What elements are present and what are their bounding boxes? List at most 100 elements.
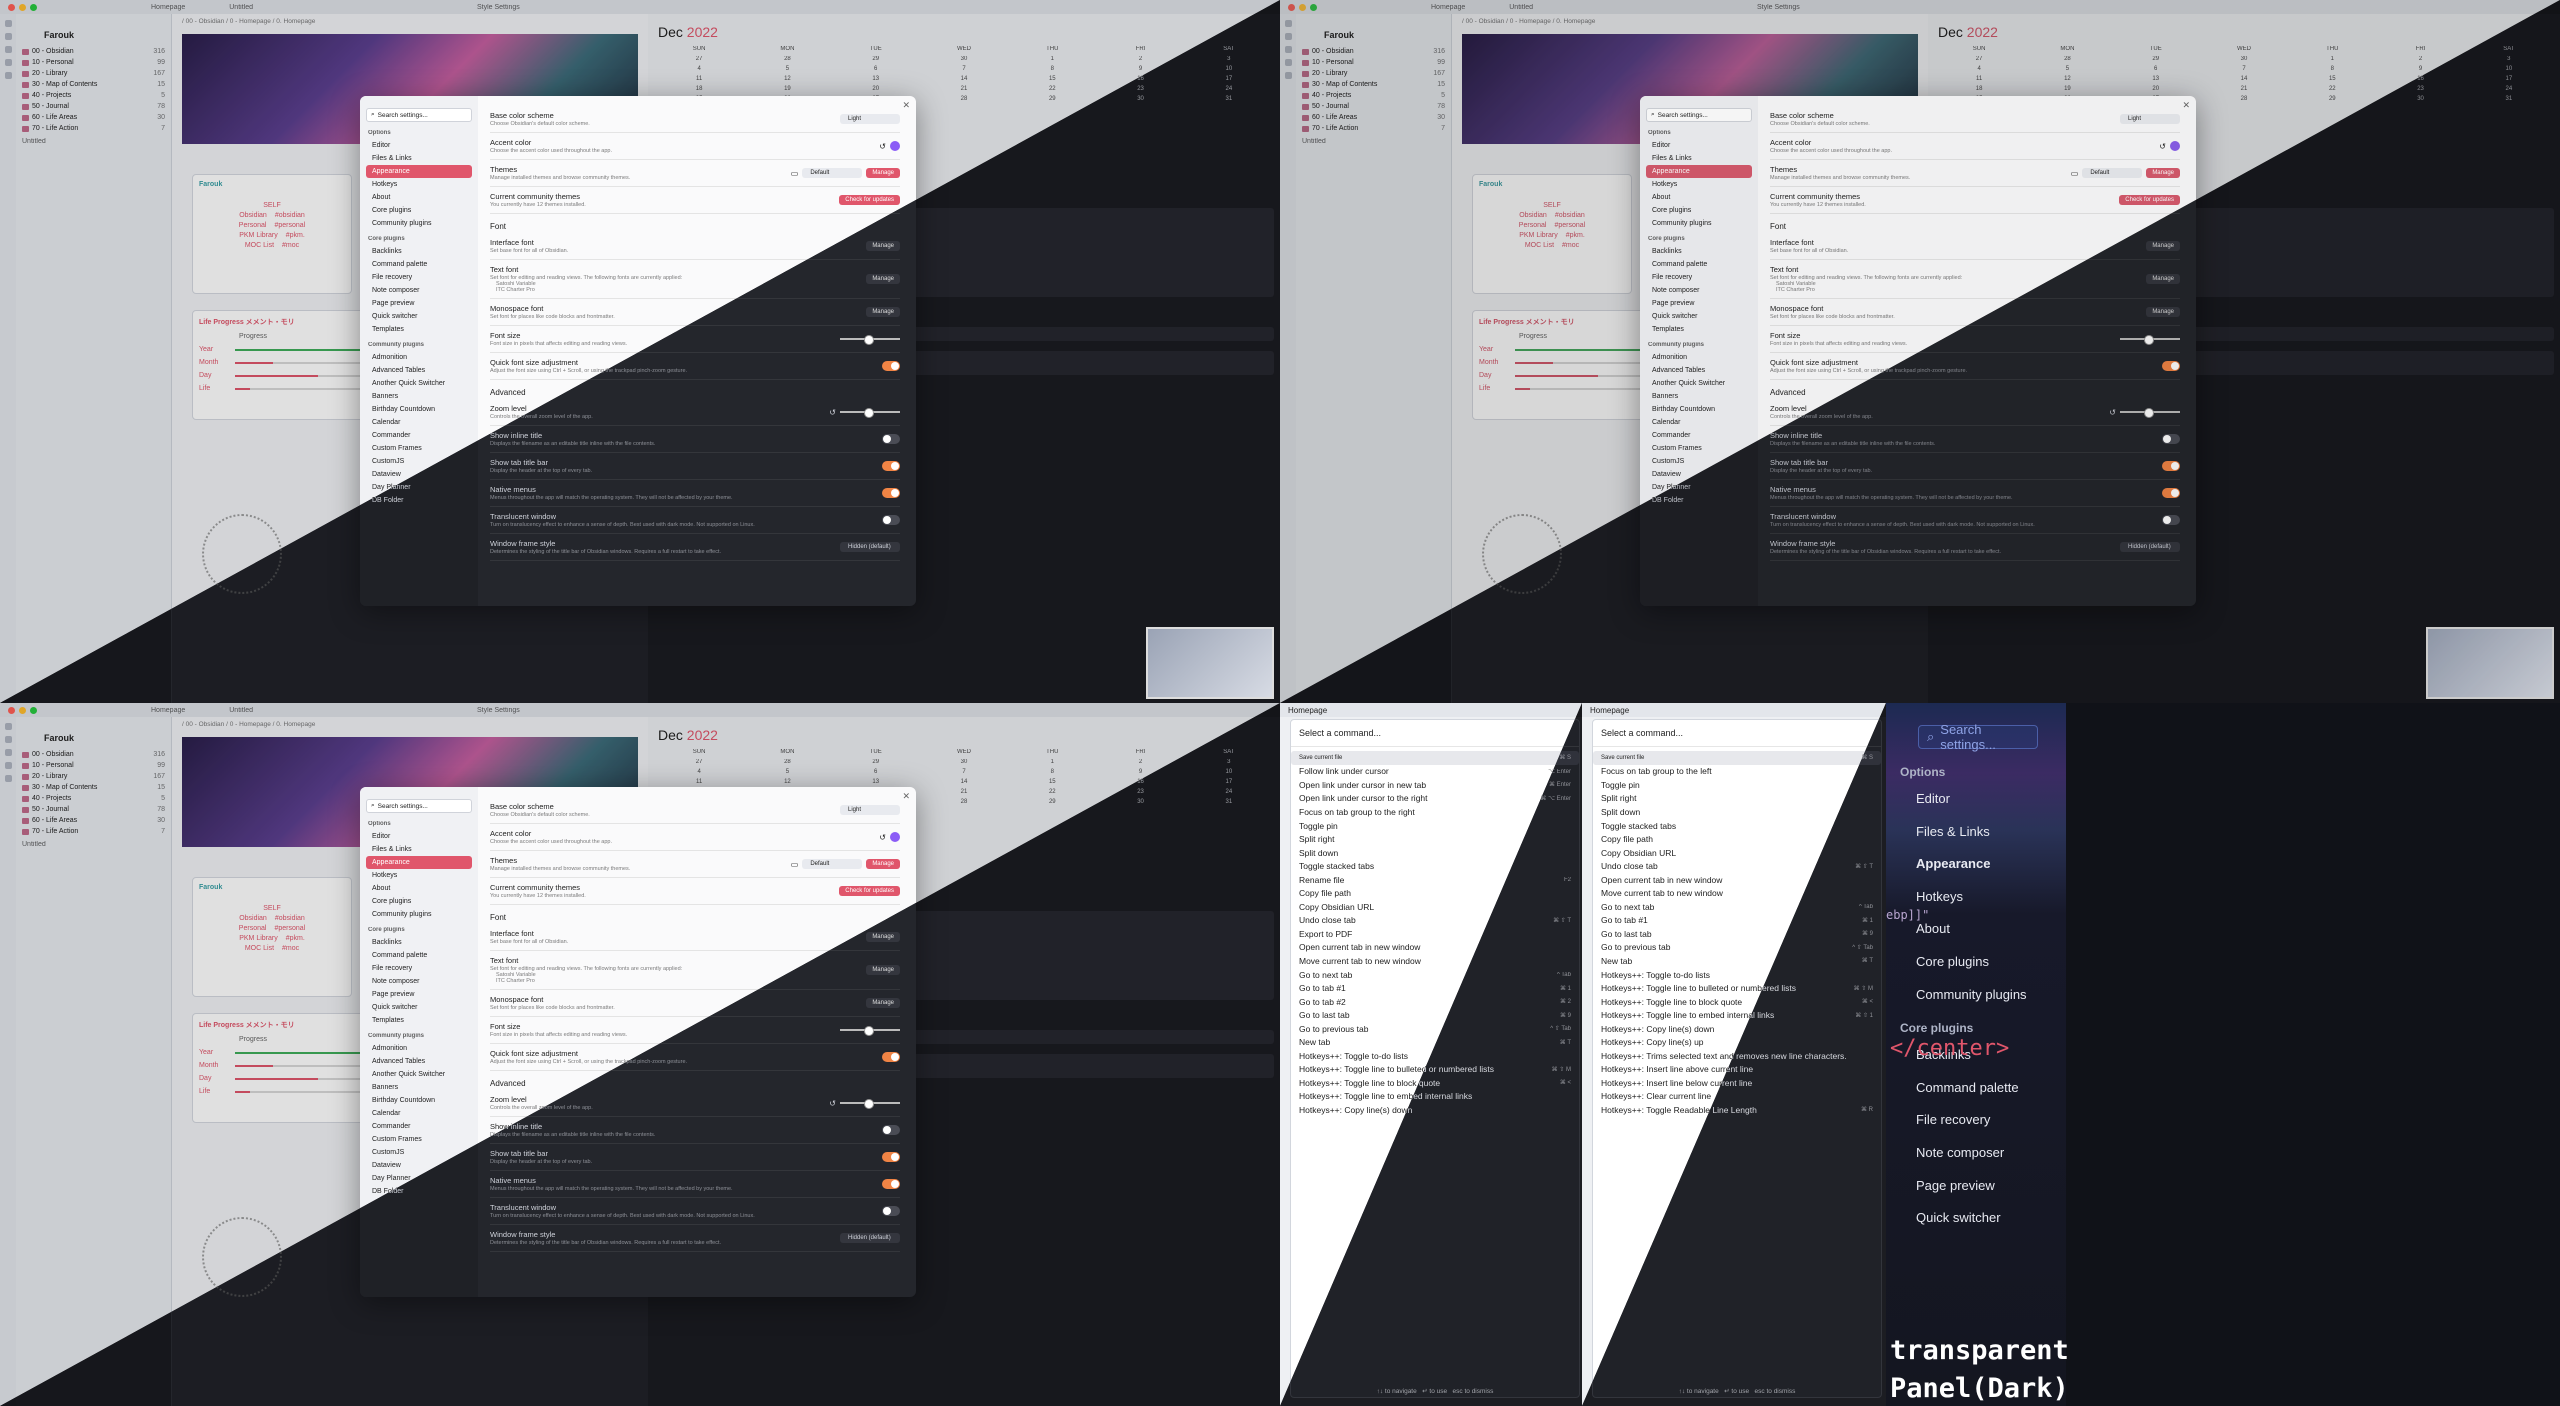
zoomed-settings-item[interactable]: Quick switcher [1916, 1202, 2027, 1235]
inline-title-toggle[interactable] [882, 434, 900, 444]
base-scheme-select[interactable]: Light [840, 805, 900, 815]
folder-icon[interactable]: ▭ [791, 169, 799, 178]
manage-mono-font-button[interactable]: Manage [866, 998, 900, 1008]
settings-nav-item[interactable]: Appearance [366, 165, 472, 178]
settings-nav-item[interactable]: Community plugins [366, 217, 472, 230]
settings-nav-item[interactable]: Banners [366, 1081, 472, 1094]
settings-nav-item[interactable]: Commander [1646, 429, 1752, 442]
close-icon[interactable]: ✕ [902, 791, 910, 802]
close-icon[interactable]: ✕ [2182, 100, 2190, 111]
folder-icon[interactable]: ▭ [2071, 169, 2079, 178]
reset-icon[interactable]: ↺ [2159, 142, 2166, 151]
native-menus-toggle[interactable] [2162, 488, 2180, 498]
settings-nav-item[interactable]: Page preview [366, 297, 472, 310]
settings-nav-item[interactable]: File recovery [1646, 271, 1752, 284]
manage-interface-font-button[interactable]: Manage [2146, 241, 2180, 251]
settings-nav-item[interactable]: Birthday Countdown [366, 403, 472, 416]
settings-nav-item[interactable]: Backlinks [366, 245, 472, 258]
zoomed-settings-item[interactable]: Appearance [1916, 848, 2027, 881]
settings-nav-item[interactable]: Calendar [366, 1107, 472, 1120]
check-updates-button[interactable]: Check for updates [2119, 195, 2180, 205]
manage-themes-button[interactable]: Manage [866, 859, 900, 869]
settings-nav-item[interactable]: About [366, 191, 472, 204]
settings-nav-item[interactable]: Note composer [366, 975, 472, 988]
folder-icon[interactable]: ▭ [791, 860, 799, 869]
settings-nav-item[interactable]: Banners [366, 390, 472, 403]
settings-nav-item[interactable]: Command palette [366, 258, 472, 271]
settings-nav-item[interactable]: About [366, 882, 472, 895]
settings-nav-item[interactable]: Command palette [1646, 258, 1752, 271]
close-icon[interactable]: ✕ [902, 100, 910, 111]
zoom-slider[interactable] [840, 408, 900, 418]
settings-search[interactable]: ⌕Search settings... [366, 108, 472, 122]
frame-style-select[interactable]: Hidden (default) [840, 1233, 900, 1243]
settings-nav-item[interactable]: Quick switcher [366, 310, 472, 323]
settings-nav-item[interactable]: Another Quick Switcher [1646, 377, 1752, 390]
settings-nav-item[interactable]: Admonition [366, 351, 472, 364]
zoomed-settings-item[interactable]: Hotkeys [1916, 881, 2027, 914]
zoomed-settings-item[interactable]: Note composer [1916, 1137, 2027, 1170]
settings-nav-item[interactable]: Hotkeys [366, 178, 472, 191]
settings-nav-item[interactable]: Quick switcher [366, 1001, 472, 1014]
settings-nav-item[interactable]: Birthday Countdown [1646, 403, 1752, 416]
manage-interface-font-button[interactable]: Manage [866, 241, 900, 251]
manage-text-font-button[interactable]: Manage [866, 274, 900, 284]
settings-nav-item[interactable]: Admonition [366, 1042, 472, 1055]
zoom-slider[interactable] [840, 1099, 900, 1109]
manage-mono-font-button[interactable]: Manage [2146, 307, 2180, 317]
zoomed-search[interactable]: ⌕ Search settings... [1918, 722, 2038, 752]
base-scheme-select[interactable]: Light [2120, 114, 2180, 124]
zoomed-settings-item[interactable]: Core plugins [1916, 946, 2027, 979]
native-menus-toggle[interactable] [882, 488, 900, 498]
settings-nav-item[interactable]: Templates [1646, 323, 1752, 336]
settings-nav-item[interactable]: Editor [1646, 139, 1752, 152]
zoomed-settings-item[interactable]: Community plugins [1916, 979, 2027, 1012]
command-item[interactable]: Save current file⌘ S [1593, 751, 1881, 765]
settings-nav-item[interactable]: Templates [366, 1014, 472, 1027]
settings-nav-item[interactable]: Advanced Tables [1646, 364, 1752, 377]
themes-select[interactable]: Default [802, 859, 863, 869]
check-updates-button[interactable]: Check for updates [839, 195, 900, 205]
command-item[interactable]: Toggle pin [1593, 778, 1881, 792]
zoomed-settings-item[interactable]: Editor [1916, 783, 2027, 816]
reset-icon[interactable]: ↺ [829, 408, 836, 417]
settings-nav-item[interactable]: Core plugins [366, 204, 472, 217]
settings-nav-item[interactable]: Calendar [1646, 416, 1752, 429]
tab-title-toggle[interactable] [2162, 461, 2180, 471]
reset-icon[interactable]: ↺ [879, 833, 886, 842]
frame-style-select[interactable]: Hidden (default) [2120, 542, 2180, 552]
settings-nav-item[interactable]: Birthday Countdown [366, 1094, 472, 1107]
check-updates-button[interactable]: Check for updates [839, 886, 900, 896]
translucent-toggle[interactable] [882, 515, 900, 525]
font-size-slider[interactable] [2120, 335, 2180, 345]
quick-font-toggle[interactable] [882, 1052, 900, 1062]
translucent-toggle[interactable] [2162, 515, 2180, 525]
settings-nav-item[interactable]: Editor [366, 830, 472, 843]
settings-nav-item[interactable]: Core plugins [1646, 204, 1752, 217]
accent-color-picker[interactable] [890, 832, 900, 842]
quick-font-toggle[interactable] [882, 361, 900, 371]
palette-query[interactable]: Select a command... [1291, 726, 1579, 747]
tab-title-toggle[interactable] [882, 1152, 900, 1162]
settings-nav-item[interactable]: Hotkeys [1646, 178, 1752, 191]
manage-mono-font-button[interactable]: Manage [866, 307, 900, 317]
themes-select[interactable]: Default [2082, 168, 2143, 178]
command-item[interactable]: Split right [1593, 792, 1881, 806]
settings-nav-item[interactable]: Community plugins [366, 908, 472, 921]
settings-nav-item[interactable]: Core plugins [366, 895, 472, 908]
zoomed-settings-item[interactable]: About [1916, 913, 2027, 946]
zoomed-settings-item[interactable]: Files & Links [1916, 816, 2027, 849]
settings-nav-item[interactable]: Page preview [1646, 297, 1752, 310]
manage-text-font-button[interactable]: Manage [866, 965, 900, 975]
command-item[interactable]: Open link under cursor to the right ⌘ ⌥ E… [1291, 792, 1579, 806]
inline-title-toggle[interactable] [2162, 434, 2180, 444]
settings-nav-item[interactable]: Community plugins [1646, 217, 1752, 230]
zoomed-settings-item[interactable]: File recovery [1916, 1104, 2027, 1137]
quick-font-toggle[interactable] [2162, 361, 2180, 371]
settings-nav-item[interactable]: File recovery [366, 271, 472, 284]
settings-search[interactable]: ⌕Search settings... [366, 799, 472, 813]
command-item[interactable]: Focus on tab group to the left [1593, 765, 1881, 779]
settings-nav-item[interactable]: Hotkeys [366, 869, 472, 882]
font-size-slider[interactable] [840, 1026, 900, 1036]
translucent-toggle[interactable] [882, 1206, 900, 1216]
